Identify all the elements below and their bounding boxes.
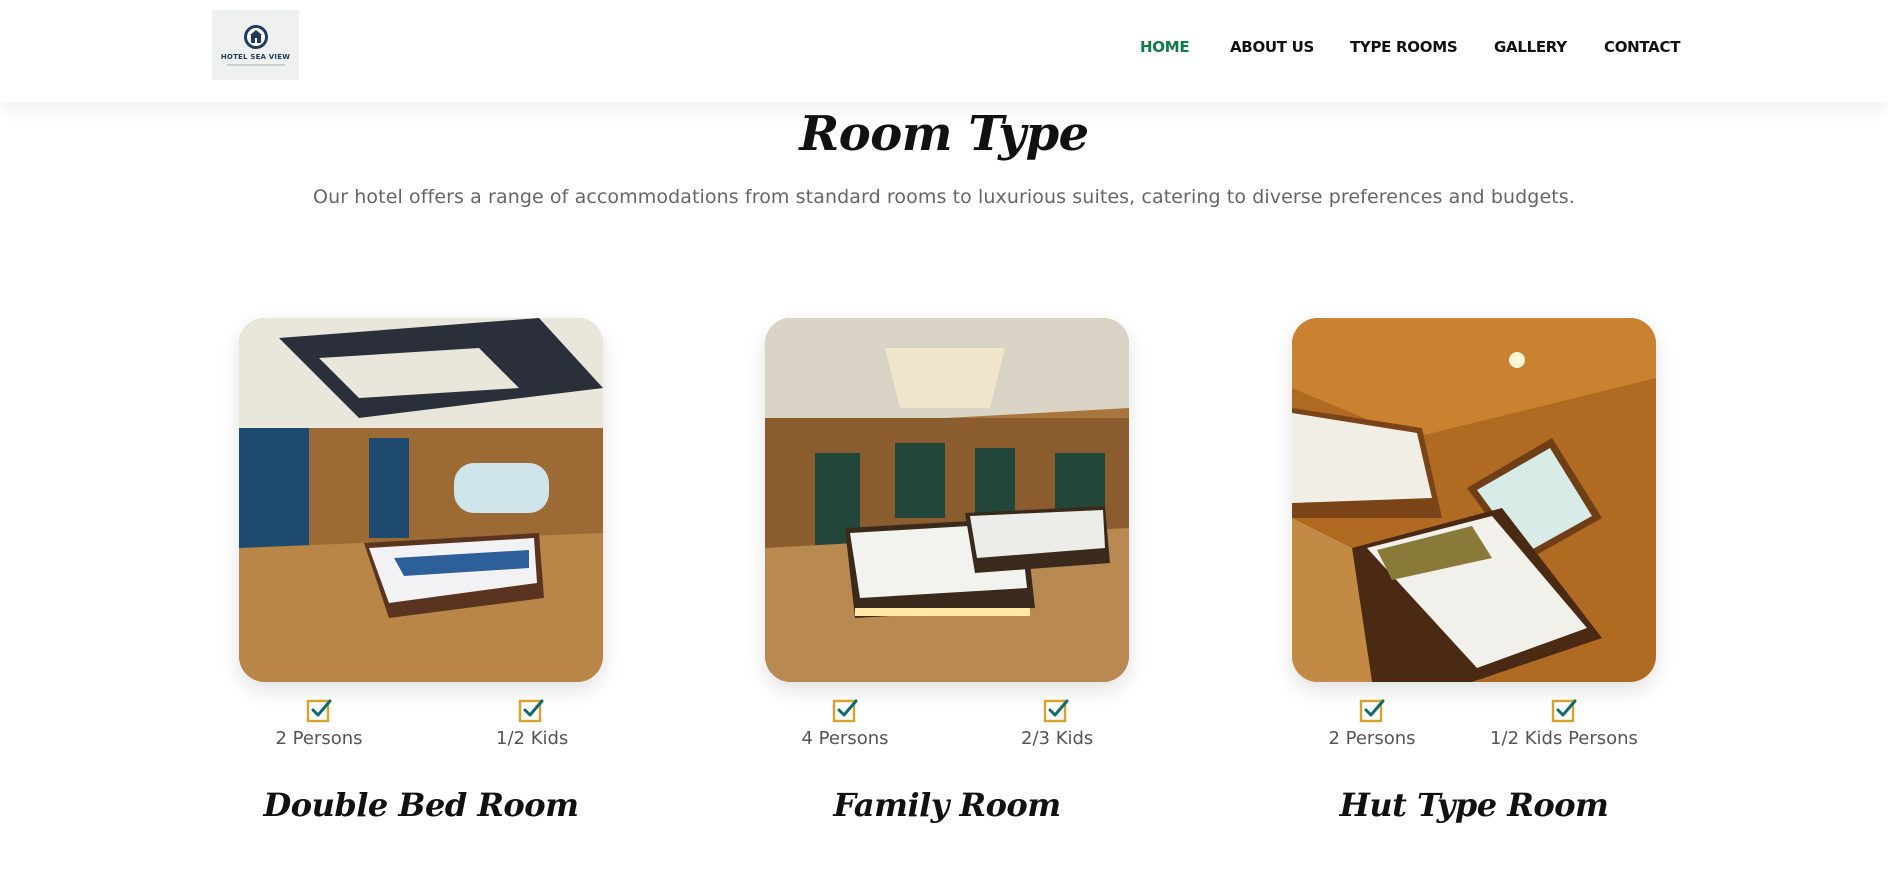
feature-label: 4 Persons — [801, 728, 889, 749]
hut-type-room-photo[interactable] — [1292, 318, 1656, 682]
section-subtitle: Our hotel offers a range of accommodatio… — [313, 186, 1575, 208]
site-header: HOTEL SEA VIEW HOME ABOUT US TYPE ROOMS … — [0, 0, 1888, 102]
double-bed-room-photo[interactable] — [239, 318, 603, 682]
checkbox-checked-icon — [518, 699, 544, 723]
room-features: 2 Persons 1/2 Kids Persons — [1292, 682, 1656, 749]
nav-type-rooms[interactable]: TYPE ROOMS — [1350, 38, 1458, 56]
section-title: Room Type — [799, 106, 1089, 162]
feature-label: 2/3 Kids — [1021, 728, 1094, 749]
main-nav: HOME ABOUT US TYPE ROOMS GALLERY CONTACT — [0, 38, 1888, 58]
feature-kids: 1/2 Kids Persons — [1474, 696, 1654, 749]
feature-persons: 2 Persons — [275, 696, 363, 749]
checkbox-checked-icon — [1359, 699, 1385, 723]
feature-label: 1/2 Kids Persons — [1490, 728, 1638, 749]
room-card-family[interactable]: 4 Persons 2/3 Kids Family Room — [765, 318, 1129, 824]
logo-tagline-rule — [226, 64, 285, 66]
room-name[interactable]: Double Bed Room — [239, 786, 603, 824]
checkbox-checked-icon — [306, 699, 332, 723]
feature-persons: 4 Persons — [801, 696, 889, 749]
checkbox-checked-icon — [1551, 699, 1577, 723]
family-room-photo[interactable] — [765, 318, 1129, 682]
hut-type-room-image — [1292, 318, 1656, 682]
feature-label: 2 Persons — [275, 728, 363, 749]
room-name[interactable]: Hut Type Room — [1292, 786, 1656, 824]
nav-contact[interactable]: CONTACT — [1604, 38, 1680, 56]
family-room-image — [765, 318, 1129, 682]
room-name[interactable]: Family Room — [765, 786, 1129, 824]
room-features: 2 Persons 1/2 Kids — [239, 682, 603, 749]
nav-gallery[interactable]: GALLERY — [1494, 38, 1567, 56]
checkbox-checked-icon — [1043, 699, 1069, 723]
room-features: 4 Persons 2/3 Kids — [765, 682, 1129, 749]
feature-label: 1/2 Kids — [496, 728, 569, 749]
nav-home[interactable]: HOME — [1140, 38, 1190, 56]
double-bed-room-image — [239, 318, 603, 682]
nav-about-us[interactable]: ABOUT US — [1230, 38, 1314, 56]
feature-label: 2 Persons — [1328, 728, 1416, 749]
feature-persons: 2 Persons — [1328, 696, 1416, 749]
room-card-double-bed[interactable]: 2 Persons 1/2 Kids Double Bed Room — [239, 318, 603, 824]
room-card-hut-type[interactable]: 2 Persons 1/2 Kids Persons Hut Type Room — [1292, 318, 1656, 824]
checkbox-checked-icon — [832, 699, 858, 723]
feature-kids: 1/2 Kids — [496, 696, 569, 749]
feature-kids: 2/3 Kids — [1021, 696, 1094, 749]
